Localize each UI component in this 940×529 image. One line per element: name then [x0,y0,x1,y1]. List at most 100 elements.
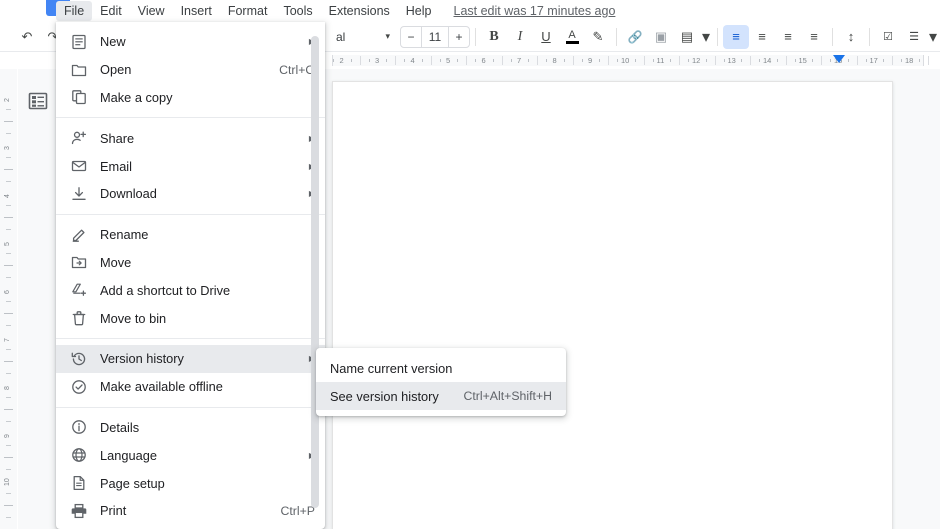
ruler-major-tick [679,56,681,65]
ruler-tick-label: 8 [552,56,557,65]
ruler-minor-tick [741,59,743,62]
ruler-tick-label: 9 [588,56,593,65]
checklist-button[interactable]: ☑ [875,25,901,49]
file-menu-item-share[interactable]: Share▶ [56,124,325,152]
underline-button[interactable]: U [533,25,559,49]
document-page[interactable] [332,81,893,529]
vertical-ruler-tick [6,205,11,206]
highlight-color-button[interactable]: ✎ [585,25,611,49]
file-menu-item-email[interactable]: Email▶ [56,152,325,180]
new-doc-icon [70,33,88,51]
align-justify-button[interactable]: ≡ [801,25,827,49]
download-icon [70,185,88,203]
menu-bar-items: File Edit View Insert Format Tools Extensions H… [56,0,615,22]
ruler-minor-tick [475,59,477,62]
bold-button[interactable]: B [481,25,507,49]
file-menu-item-label: Page setup [100,475,165,491]
ruler-minor-tick [333,59,335,62]
vertical-ruler-tick [6,397,11,398]
add-comment-button[interactable]: ▣ [648,25,674,49]
align-left-button[interactable]: ≡ [723,24,749,49]
file-menu-item-add-a-shortcut-to-drive[interactable]: Add a shortcut to Drive [56,276,325,304]
file-menu-item-details[interactable]: Details [56,414,325,442]
file-menu-item-shortcut: Ctrl+O [279,62,315,77]
file-menu-item-print[interactable]: Print Ctrl+P [56,497,325,525]
vertical-ruler-tick [4,409,13,410]
file-menu-item-label: Open [100,62,132,78]
ruler-tick-label: 13 [727,56,736,65]
file-menu-item-label: Version history [100,351,184,367]
font-size-increase-button[interactable]: + [449,30,469,44]
align-right-button[interactable]: ≡ [775,25,801,49]
file-menu-item-rename[interactable]: Rename [56,221,325,249]
vertical-ruler-tick [4,457,13,458]
bulleted-list-chevron-icon[interactable]: ▾ [927,25,939,49]
insert-link-button[interactable]: 🔗 [622,25,648,49]
file-menu-item-move-to-bin[interactable]: Move to bin [56,304,325,332]
insert-image-button[interactable]: ▤ [674,25,700,49]
font-family-select[interactable]: al ▾ [332,26,394,48]
file-menu-item-page-setup[interactable]: Page setup [56,469,325,497]
submenu-item-see-version-history[interactable]: See version history Ctrl+Alt+Shift+H [316,382,566,410]
offline-icon [70,378,88,396]
ruler-minor-tick [847,59,849,62]
text-color-letter: A [568,28,576,41]
ruler-tick-label: 4 [410,56,415,65]
ruler-minor-tick [421,59,423,62]
file-menu-scrollbar-track[interactable] [311,28,322,523]
last-edit-link[interactable]: Last edit was 17 minutes ago [454,4,616,18]
file-menu-scrollbar-thumb[interactable] [311,36,319,508]
file-menu-item-make-available-offline[interactable]: Make available offline [56,373,325,401]
google-docs-window: File Edit View Insert Format Tools Extensions H… [0,0,940,529]
undo-button[interactable]: ↶ [14,25,40,49]
menu-file[interactable]: File [56,1,93,21]
version-history-submenu: Name current version See version history C… [316,348,566,416]
font-size-decrease-button[interactable]: − [401,30,421,44]
menu-view[interactable]: View [130,1,173,21]
bulleted-list-button[interactable]: ☰ [901,25,927,49]
toolbar-divider [869,27,870,46]
menu-extensions[interactable]: Extensions [321,1,398,21]
file-menu-item-version-history[interactable]: Version history▶ [56,344,325,373]
vertical-ruler-tick-label: 5 [4,242,11,246]
text-color-button[interactable]: A [559,25,585,49]
envelope-icon [70,157,88,175]
file-menu-item-move[interactable]: Move [56,249,325,277]
horizontal-ruler[interactable]: 2 3 4 5 6 7 8 9 10 11 12 13 14 15 16 17 18 [325,52,940,69]
line-spacing-button[interactable]: ↕ [838,25,864,49]
menu-tools[interactable]: Tools [275,1,320,21]
ruler-minor-tick [617,59,619,62]
ruler-minor-tick [759,59,761,62]
file-menu-item-open[interactable]: Open Ctrl+O [56,56,325,84]
menu-help[interactable]: Help [398,1,440,21]
submenu-item-label: See version history [330,388,439,404]
vertical-ruler-tick [6,517,11,518]
menu-edit[interactable]: Edit [92,1,130,21]
right-indent-marker[interactable] [833,55,845,63]
ruler-minor-tick [492,59,494,62]
ruler-minor-tick [705,59,707,62]
file-menu-item-download[interactable]: Download▶ [56,180,325,208]
italic-button[interactable]: I [507,25,533,49]
ruler-minor-tick [350,59,352,62]
file-menu-item-language[interactable]: Language▶ [56,441,325,469]
trash-icon [70,309,88,327]
vertical-ruler[interactable]: 2 3 4 5 6 7 8 9 10 [0,69,18,529]
vertical-ruler-tick-label: 4 [4,194,11,198]
file-menu-item-new[interactable]: New▶ [56,28,325,56]
vertical-ruler-tick-label: 8 [4,386,11,390]
document-outline-icon[interactable] [24,87,52,115]
align-center-button[interactable]: ≡ [749,25,775,49]
menu-format[interactable]: Format [220,1,276,21]
submenu-item-name-current-version[interactable]: Name current version [316,354,566,382]
file-menu-item-make-a-copy[interactable]: Make a copy [56,84,325,112]
vertical-ruler-tick [6,181,11,182]
insert-image-chevron-icon[interactable]: ▾ [700,25,712,49]
font-size-value[interactable]: 11 [421,26,449,47]
ruler-major-tick [714,56,716,65]
ruler-minor-tick [865,59,867,62]
font-size-stepper[interactable]: − 11 + [400,25,470,48]
file-menu-item-label: Make available offline [100,379,223,395]
ruler-tick-label: 6 [481,56,486,65]
menu-insert[interactable]: Insert [173,1,220,21]
